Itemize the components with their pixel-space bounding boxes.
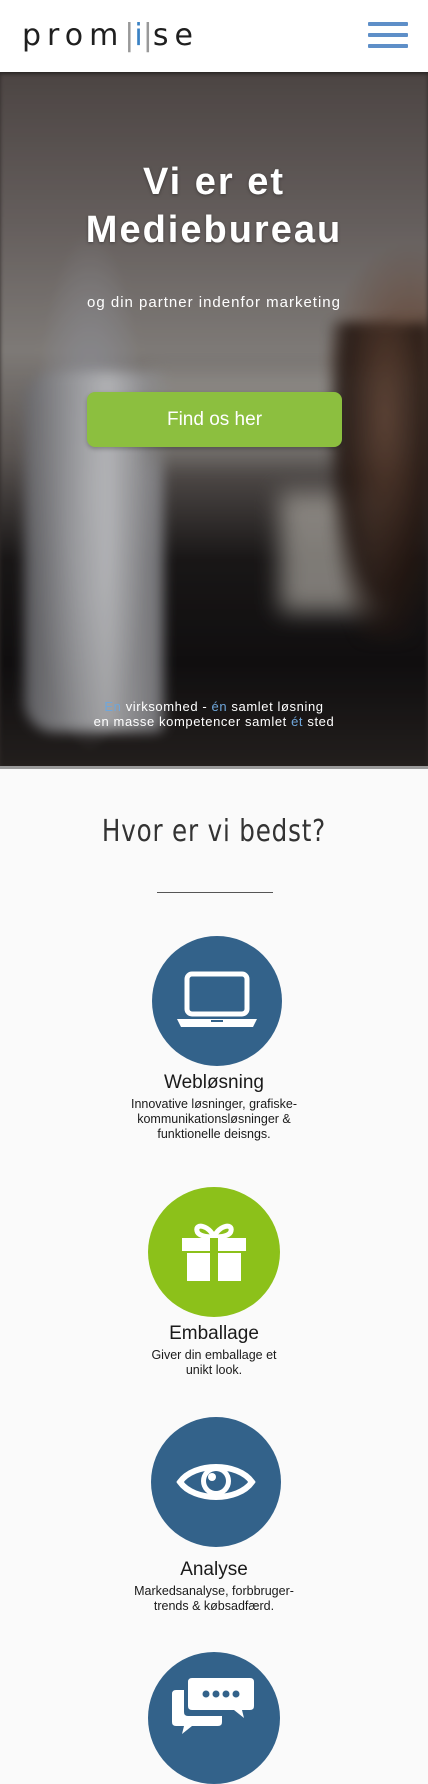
communication-circle[interactable] [148, 1652, 280, 1784]
logo-bar-left: | [124, 18, 135, 53]
find-os-her-button[interactable]: Find os her [87, 392, 342, 447]
gift-icon [182, 1223, 246, 1281]
hero-subtitle: og din partner indenfor marketing [87, 294, 341, 311]
tagline-text: en masse kompetencer samlet [93, 714, 292, 729]
section-title: Hvor er vi bedst? [101, 814, 327, 849]
hamburger-menu-icon[interactable] [368, 20, 408, 50]
tagline-highlight: én [211, 699, 228, 714]
desc-line: unikt look. [185, 1363, 243, 1377]
chat-bubbles-icon [172, 1678, 254, 1734]
weblosning-circle[interactable] [152, 936, 282, 1066]
desc-line: Giver din emballage et [151, 1348, 277, 1362]
hamburger-line [368, 33, 408, 37]
desc-line: funktionelle deisngs. [157, 1127, 271, 1141]
logo-i: i [134, 18, 143, 53]
service-name-weblosning: Webløsning [164, 1072, 264, 1093]
service-desc-emballage: Giver din emballage et unikt look. [114, 1348, 314, 1378]
hero-tagline: En virksomhed - én samlet løsning en mas… [0, 699, 428, 729]
desc-line: trends & købsadfærd. [153, 1599, 275, 1613]
desc-line: Innovative løsninger, grafiske- [130, 1097, 298, 1111]
hero-title-line1: Vi er et [142, 161, 286, 203]
service-desc-weblosning: Innovative løsninger, grafiske- kommunik… [114, 1097, 314, 1142]
section-divider [157, 892, 273, 893]
hero-bottom-divider [0, 766, 428, 769]
eye-icon [176, 1464, 256, 1500]
desc-line: Markedsanalyse, forbbruger- [134, 1584, 294, 1598]
hamburger-line [368, 44, 408, 48]
tagline-text: sted [303, 714, 335, 729]
promise-logo[interactable]: prom|i|se [22, 16, 199, 56]
hero-title: Vi er et Mediebureau [0, 158, 428, 254]
tagline-highlight: ét [291, 714, 304, 729]
service-name-analyse: Analyse [180, 1559, 248, 1580]
tagline-text: virksomhed - [121, 699, 212, 714]
service-name-emballage: Emballage [169, 1323, 259, 1344]
logo-bar-right: | [142, 18, 153, 53]
tagline-highlight: En [104, 699, 122, 714]
hero-title-line2: Mediebureau [85, 209, 343, 251]
desc-line: kommunikationsløsninger & [137, 1112, 291, 1126]
laptop-icon [177, 971, 257, 1027]
logo-text-part1: prom [22, 18, 125, 53]
analyse-circle[interactable] [151, 1417, 281, 1547]
hero-section: Vi er et Mediebureau og din partner inde… [0, 72, 428, 768]
emballage-circle[interactable] [148, 1187, 280, 1317]
hamburger-line [368, 22, 408, 26]
tagline-line1: En virksomhed - én samlet løsning [0, 699, 428, 714]
site-header: prom|i|se [0, 0, 428, 72]
tagline-text: samlet løsning [227, 699, 324, 714]
service-desc-analyse: Markedsanalyse, forbbruger- trends & køb… [114, 1584, 314, 1614]
tagline-line2: en masse kompetencer samlet ét sted [0, 714, 428, 729]
logo-text-part2: se [152, 18, 199, 53]
